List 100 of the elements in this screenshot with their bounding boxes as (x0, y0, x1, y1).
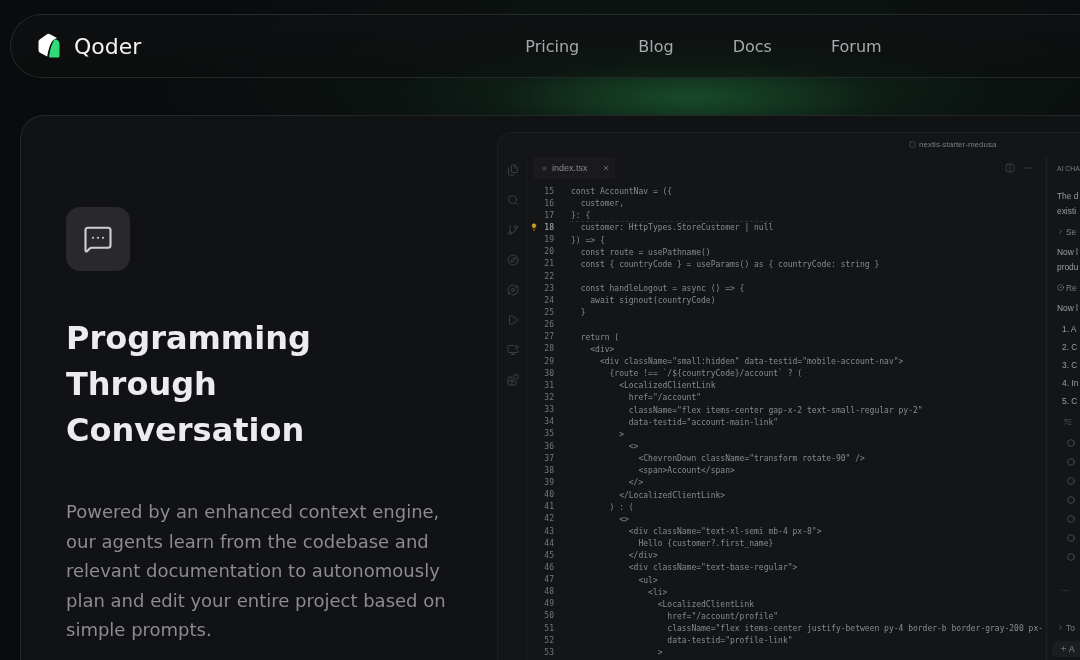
more-icon[interactable] (1060, 586, 1069, 595)
line-number: 23 (543, 282, 554, 294)
line-number: 52 (543, 634, 554, 646)
line-number: 31 (543, 379, 554, 391)
empty-circle-icon[interactable] (1067, 553, 1075, 561)
code-line: > (656, 647, 663, 659)
feature-description: Powered by an enhanced context engine, our agents learn from the codebase and relevant documentation to autonomously plan and edit your entire project based on simple prompts. (66, 500, 447, 642)
chevron-icon (1057, 624, 1064, 631)
chat-text: The d (1057, 189, 1080, 203)
brand-link[interactable]: Qoder (36, 33, 142, 59)
line-number: 41 (543, 501, 554, 513)
nav-link[interactable]: Forum (830, 36, 882, 56)
blocks-icon[interactable] (506, 374, 519, 386)
code-line: <> (627, 441, 639, 452)
line-number: 37 (543, 452, 554, 464)
monitor-icon[interactable] (506, 344, 519, 356)
dot-icon (542, 165, 547, 171)
chat-text: produ (1057, 260, 1080, 274)
file-tab[interactable]: index.tsx (533, 157, 615, 179)
code-line: <LocalizedClientLink (618, 380, 716, 392)
target-icon (1057, 284, 1064, 291)
line-number: 49 (543, 598, 554, 610)
empty-circle-icon[interactable] (1067, 458, 1075, 466)
code-line: <div className="small:hidden" data-testid="mobile-account-nav"> (598, 356, 904, 368)
close-icon[interactable] (601, 164, 610, 172)
nav-link[interactable]: Blog (638, 36, 674, 56)
line-number: 36 (543, 440, 554, 452)
plus-icon (1060, 645, 1067, 652)
code-line: const handleLogout = async () => { (579, 283, 745, 295)
chat-bubble-icon (66, 207, 130, 271)
code-line: <li> (647, 586, 668, 598)
empty-circle-icon[interactable] (1067, 496, 1075, 504)
window-title: nextis-starter-medusa (919, 140, 997, 149)
line-number: 43 (543, 525, 554, 537)
line-number: 47 (543, 574, 554, 586)
code-line: }: { (571, 210, 591, 222)
chat-text: existi (1057, 204, 1078, 218)
line-number: 51 (543, 622, 554, 634)
line-number: 42 (543, 513, 554, 525)
code-line: const AccountNav = ({ (571, 186, 673, 198)
line-number: 26 (543, 319, 554, 331)
code-line: ) : ( (608, 501, 634, 513)
code-line: data-testid="account-main-link" (627, 416, 779, 428)
line-number: 27 (543, 331, 554, 343)
code-line: > (618, 428, 624, 440)
code-line: {route !== `/${countryCode}/account` ? ( (608, 367, 803, 380)
compass-icon[interactable] (506, 254, 519, 266)
line-number: 24 (543, 294, 554, 306)
code-line: <LocalizedClientLink (656, 598, 755, 610)
line-number: 46 (543, 561, 554, 573)
code-line: const route = usePathname() (579, 246, 711, 258)
empty-circle-icon[interactable] (1067, 534, 1075, 542)
line-number: 15 (543, 185, 554, 197)
list-item: 3. C (1061, 358, 1079, 372)
nav-link[interactable]: Docs (732, 36, 772, 56)
line-number: 50 (543, 610, 554, 622)
code-line: data-testid="profile-link" (666, 635, 793, 647)
nav-link[interactable]: Pricing (525, 36, 580, 56)
line-number: 22 (543, 270, 554, 282)
line-number: 18 (543, 222, 554, 233)
empty-circle-icon[interactable] (1067, 477, 1075, 485)
branch-icon[interactable] (506, 224, 519, 236)
code-line: </div> (627, 550, 658, 562)
code-line: const { countryCode } = useParams() as { countryCode: string } (579, 258, 880, 270)
code-line: <> (618, 513, 629, 525)
line-number: 34 (543, 416, 554, 428)
list-item: 2. C (1061, 340, 1079, 354)
window-icon (909, 141, 916, 148)
logo-icon (36, 33, 62, 59)
search-icon[interactable] (506, 194, 519, 206)
line-number: 40 (543, 489, 554, 501)
code-line: <div> (589, 343, 615, 355)
line-number: 16 (543, 197, 554, 209)
code-line: <div className="text-xl-semi mb-4 px-8"> (627, 526, 822, 537)
line-number: 28 (543, 343, 554, 355)
code-line: href="/account/profile" (666, 611, 779, 622)
code-line: <ul> (637, 574, 658, 586)
chat-text: Now l (1057, 301, 1079, 315)
line-number: 35 (543, 428, 554, 440)
line-number: 33 (543, 404, 554, 416)
code-line: await signout(countryCode) (589, 295, 716, 307)
empty-circle-icon[interactable] (1067, 439, 1075, 447)
code-line: customer: HttpTypes.StoreCustomer | null (571, 221, 774, 234)
line-number: 21 (543, 258, 554, 270)
add-context-button[interactable]: A (1052, 640, 1080, 657)
code-line: </LocalizedClientLink> (618, 489, 726, 501)
step-toggle[interactable]: Se (1057, 218, 1080, 245)
tool-step[interactable]: Re (1057, 274, 1080, 301)
checklist-icon (1064, 417, 1072, 426)
lightbulb-icon[interactable] (530, 223, 538, 232)
orbit-icon[interactable] (506, 284, 519, 296)
code-line: href="/account" (627, 392, 702, 404)
code-line: return ( (579, 331, 620, 343)
line-number: 45 (543, 549, 554, 561)
play-icon[interactable] (506, 314, 519, 326)
split-view-icon[interactable] (1005, 163, 1015, 173)
files-icon[interactable] (506, 164, 519, 176)
list-item: 1. A (1061, 322, 1078, 336)
step-toggle[interactable]: To (1057, 614, 1080, 641)
empty-circle-icon[interactable] (1067, 515, 1075, 523)
